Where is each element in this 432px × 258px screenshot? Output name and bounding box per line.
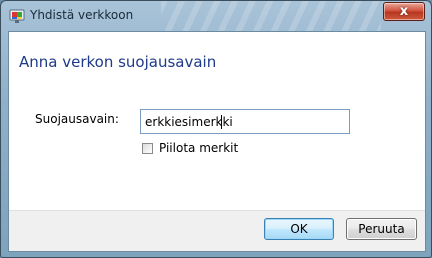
hide-characters-checkbox[interactable] <box>142 142 153 154</box>
security-key-input[interactable] <box>140 109 350 134</box>
security-key-label: Suojausavain: <box>35 112 119 126</box>
hide-characters-option[interactable]: Piilota merkit <box>142 141 238 155</box>
dialog-window: Yhdistä verkkoon x Anna verkon suojausav… <box>0 0 432 258</box>
cancel-button[interactable]: Peruuta <box>346 218 417 240</box>
dialog-content: Anna verkon suojausavain Suojausavain: P… <box>8 31 426 252</box>
close-button[interactable]: x <box>383 2 425 21</box>
ok-button[interactable]: OK <box>264 218 334 240</box>
button-bar: OK Peruuta <box>9 210 425 251</box>
title-bar[interactable]: Yhdistä verkkoon x <box>1 1 431 31</box>
window-title: Yhdistä verkkoon <box>30 8 134 22</box>
close-icon: x <box>399 4 409 19</box>
page-title: Anna verkon suojausavain <box>19 53 217 71</box>
network-connect-icon <box>9 9 25 23</box>
hide-characters-label: Piilota merkit <box>159 141 239 155</box>
